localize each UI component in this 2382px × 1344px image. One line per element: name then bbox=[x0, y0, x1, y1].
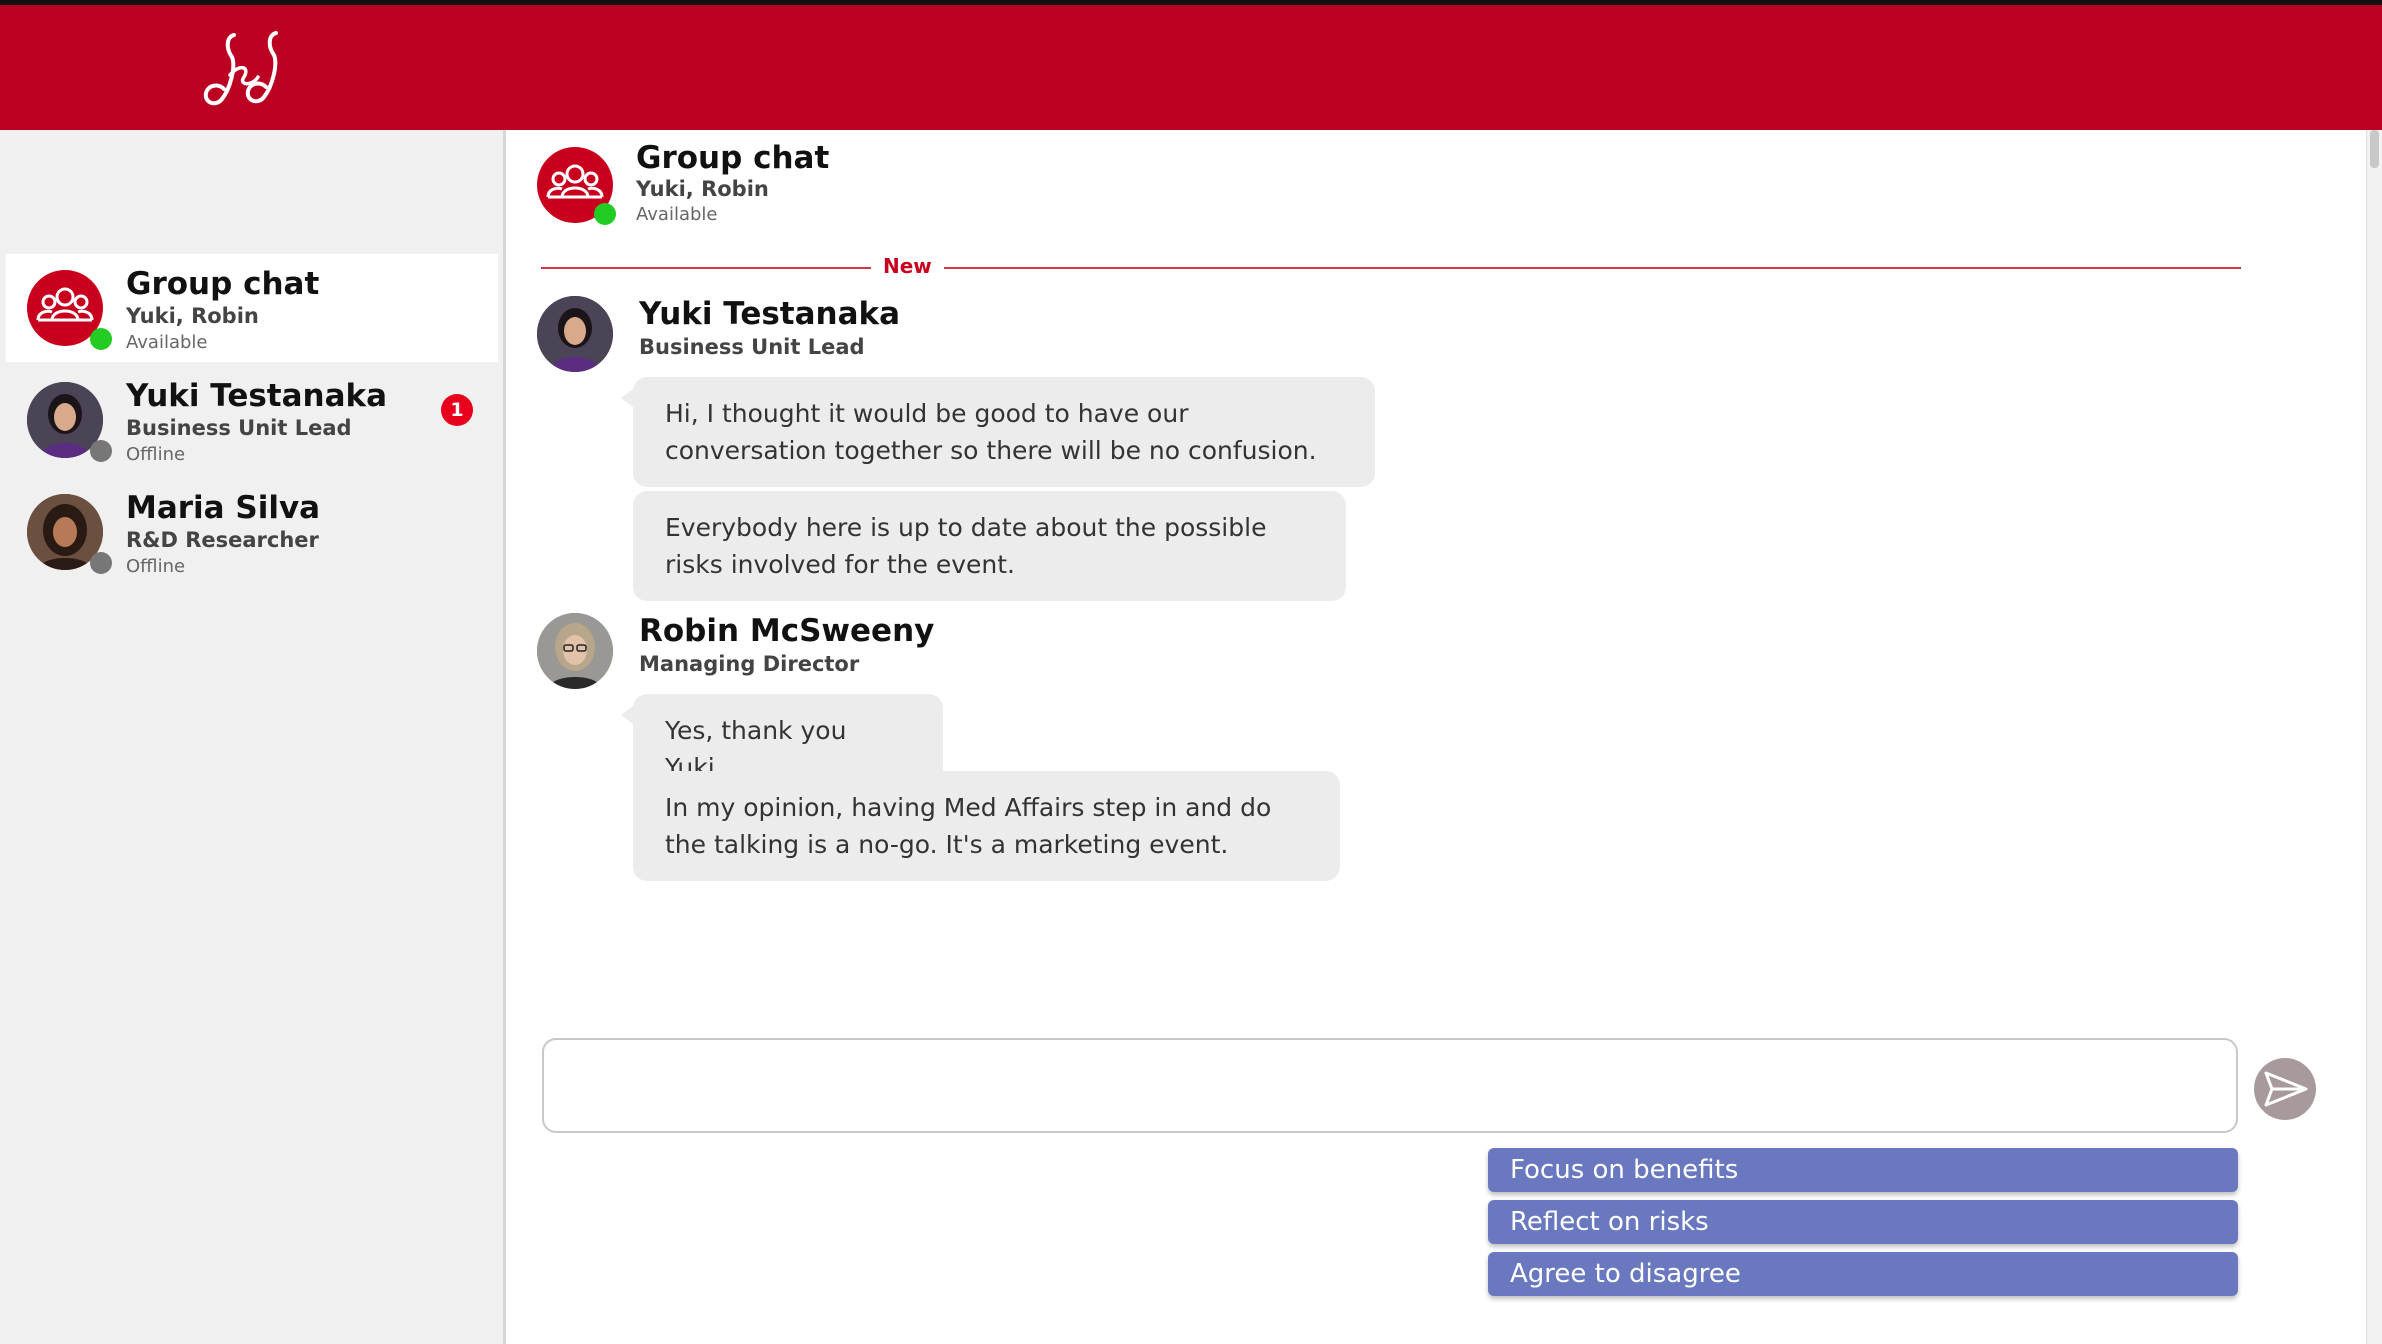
conversation-name: Group chat bbox=[126, 266, 320, 302]
message-sender-name: Yuki Testanaka bbox=[639, 296, 901, 332]
chat-title: Group chat bbox=[636, 140, 830, 176]
new-messages-divider bbox=[541, 267, 2241, 269]
unread-count-badge: 1 bbox=[441, 394, 473, 426]
scrollbar-thumb[interactable] bbox=[2370, 130, 2379, 168]
conversation-name: Yuki Testanaka bbox=[126, 378, 388, 414]
conversation-item-group-chat[interactable]: Group chat Yuki, Robin Available bbox=[6, 254, 498, 362]
chat-participants: Yuki, Robin bbox=[636, 177, 769, 201]
app-header bbox=[0, 5, 2382, 130]
suggestion-agree-to-disagree[interactable]: Agree to disagree bbox=[1488, 1252, 2238, 1296]
new-messages-label: New bbox=[871, 254, 944, 278]
page-scrollbar[interactable] bbox=[2366, 130, 2382, 1344]
conversation-subtitle: Business Unit Lead bbox=[126, 416, 352, 440]
chat-panel: Group chat Yuki, Robin Available New Yuk… bbox=[506, 130, 2366, 1344]
message-bubble: Everybody here is up to date about the p… bbox=[633, 491, 1346, 601]
conversation-subtitle: Yuki, Robin bbox=[126, 304, 259, 328]
conversation-sidebar: Group chat Yuki, Robin Available Yuki Te… bbox=[0, 130, 506, 1344]
message-sender-role: Managing Director bbox=[639, 652, 860, 676]
status-offline-dot bbox=[90, 440, 112, 462]
conversation-item-maria-silva[interactable]: Maria Silva R&D Researcher Offline bbox=[6, 478, 498, 586]
conversation-status: Offline bbox=[126, 444, 186, 465]
message-input[interactable] bbox=[542, 1038, 2238, 1133]
status-offline-dot bbox=[90, 552, 112, 574]
send-button[interactable] bbox=[2254, 1058, 2316, 1120]
message-bubble: In my opinion, having Med Affairs step i… bbox=[633, 771, 1340, 881]
send-icon bbox=[2264, 1071, 2308, 1107]
message-sender-name: Robin McSweeny bbox=[639, 613, 935, 649]
status-available-dot bbox=[594, 203, 616, 225]
conversation-item-yuki-testanaka[interactable]: Yuki Testanaka Business Unit Lead Offlin… bbox=[6, 366, 498, 474]
chat-status: Available bbox=[636, 204, 718, 225]
robin-avatar bbox=[537, 613, 613, 689]
message-bubble: Hi, I thought it would be good to have o… bbox=[621, 377, 1375, 487]
conversation-subtitle: R&D Researcher bbox=[126, 528, 319, 552]
jnj-script-logo-icon bbox=[196, 27, 292, 113]
conversation-status: Offline bbox=[126, 556, 186, 577]
message-sender-role: Business Unit Lead bbox=[639, 335, 865, 359]
conversation-name: Maria Silva bbox=[126, 490, 321, 526]
suggestion-reflect-on-risks[interactable]: Reflect on risks bbox=[1488, 1200, 2238, 1244]
suggestion-focus-on-benefits[interactable]: Focus on benefits bbox=[1488, 1148, 2238, 1192]
status-available-dot bbox=[90, 328, 112, 350]
conversation-status: Available bbox=[126, 332, 208, 353]
yuki-avatar bbox=[537, 296, 613, 372]
